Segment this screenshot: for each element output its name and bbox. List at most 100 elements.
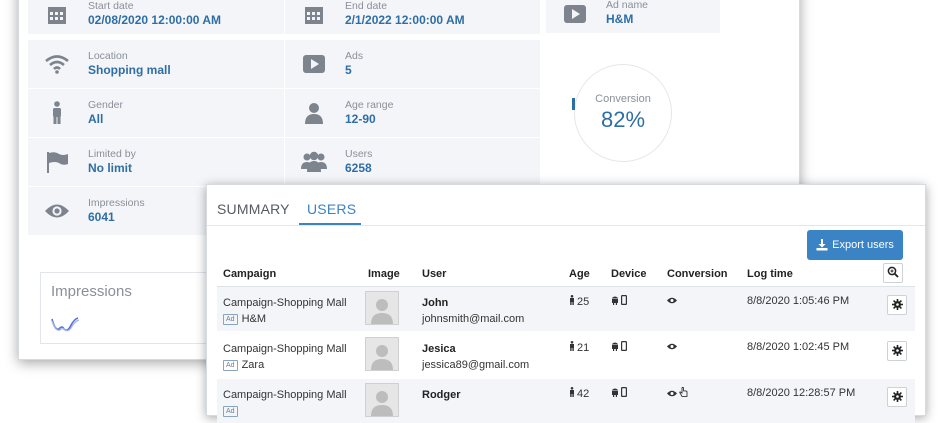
start-date-item: Start date 02/08/2020 12:00:00 AM [28,0,284,34]
gender-label: Gender [88,99,124,111]
column-header-log-time: Log time [747,268,793,280]
row-settings-button[interactable] [887,295,907,315]
play-icon [301,51,327,77]
impressions-value: 6041 [88,210,115,224]
download-icon [816,239,828,251]
impressions-card-title: Impressions [51,283,132,300]
android-icon [611,295,619,308]
users-icon [301,149,327,175]
users-item: Users 6258 [285,138,540,186]
row-user: Jesica jessica89@gmail.com [422,341,529,373]
row-device [611,341,628,354]
row-ad-name: Zara [241,359,265,371]
end-date-label: End date [345,0,388,12]
user-icon [301,100,327,126]
avatar [365,291,399,325]
column-header-conversion: Conversion [667,268,728,280]
mobile-icon [621,387,628,400]
ad-badge: Ad [223,360,238,371]
gender-item: Gender All [28,89,284,137]
impressions-sparkline [51,317,80,332]
row-log-time: 8/8/2020 12:28:57 PM [747,387,856,399]
users-panel: SUMMARY USERS Export users Campaign Imag… [206,184,926,423]
row-age: 21 [569,341,589,354]
location-value: Shopping mall [88,63,171,77]
gender-value: All [88,112,104,126]
column-header-age: Age [569,268,590,280]
tab-users[interactable]: USERS [307,201,356,217]
limited-by-item: Limited by No limit [28,138,284,186]
user-email: jessica89@gmail.com [422,359,530,371]
conversion-label: Conversion [595,93,651,105]
ad-name-label: Ad name [606,0,649,11]
ad-badge: Ad [223,314,238,325]
mobile-icon [621,341,628,354]
ads-label: Ads [345,50,364,62]
ad-name-item: Ad name H&M [546,0,720,33]
person-icon [569,341,575,354]
age-range-value: 12-90 [345,112,376,126]
export-users-button[interactable]: Export users [807,230,903,260]
location-label: Location [88,50,128,62]
row-settings-button[interactable] [887,387,907,407]
impressions-label: Impressions [88,197,145,209]
eye-icon [667,341,677,353]
search-button[interactable] [883,263,903,283]
row-conversion [667,295,677,307]
table-row[interactable]: Campaign-Shopping Mall Ad Zara Jesica jes… [217,333,915,377]
row-conversion [667,386,688,400]
table-row[interactable]: Campaign-Shopping Mall Ad H&M John johnsm… [217,287,915,331]
gauge-indicator [572,98,575,110]
tab-bar: SUMMARY USERS [207,185,925,226]
user-name: Jesica [422,343,456,355]
eye-icon [44,198,70,224]
age-range-item: Age range 12-90 [285,89,540,137]
play-icon [562,1,588,27]
column-header-image: Image [368,268,400,280]
conversion-value: 82% [600,107,646,132]
location-item: Location Shopping mall [28,40,284,88]
calendar-icon [301,2,327,28]
ads-item: Ads 5 [285,40,540,88]
column-header-device: Device [611,268,647,280]
row-settings-button[interactable] [887,341,907,361]
wifi-icon [44,51,70,77]
table-row[interactable]: Campaign-Shopping Mall Ad Rodger 42 8/8/… [217,379,915,423]
ads-value: 5 [345,63,352,77]
start-date-value: 02/08/2020 12:00:00 AM [88,13,221,27]
avatar [365,383,399,417]
row-age: 25 [569,295,589,308]
limited-by-value: No limit [88,161,132,175]
column-header-user: User [422,268,447,280]
row-conversion [667,341,677,353]
row-log-time: 8/8/2020 1:02:45 PM [747,341,850,353]
row-ad-name: H&M [241,313,267,325]
row-campaign: Campaign-Shopping Mall Ad [223,389,347,417]
ad-badge: Ad [223,406,238,417]
users-label: Users [345,148,373,160]
impressions-card: Impressions [40,272,211,344]
person-icon [44,100,70,126]
end-date-item: End date 2/1/2022 12:00:00 AM [285,0,540,34]
eye-icon [667,295,677,307]
row-user: Rodger [422,387,461,403]
mobile-icon [621,295,628,308]
pointer-icon [679,386,688,400]
row-campaign: Campaign-Shopping Mall Ad Zara [223,343,347,371]
android-icon [611,387,619,400]
user-name: John [422,297,449,309]
export-users-label: Export users [832,239,894,251]
person-icon [569,387,575,400]
row-user: John johnsmith@mail.com [422,295,524,327]
conversion-gauge: Conversion 82% [572,64,672,162]
flag-icon [44,149,70,175]
tab-summary[interactable]: SUMMARY [217,201,290,217]
zoom-icon [887,266,899,281]
ad-name-value: H&M [606,12,634,26]
user-name: Rodger [422,389,461,401]
gear-icon [891,298,903,313]
row-campaign: Campaign-Shopping Mall Ad H&M [223,297,347,325]
gear-icon [891,344,903,359]
user-email: johnsmith@mail.com [422,313,525,325]
end-date-value: 2/1/2022 12:00:00 AM [345,13,465,27]
